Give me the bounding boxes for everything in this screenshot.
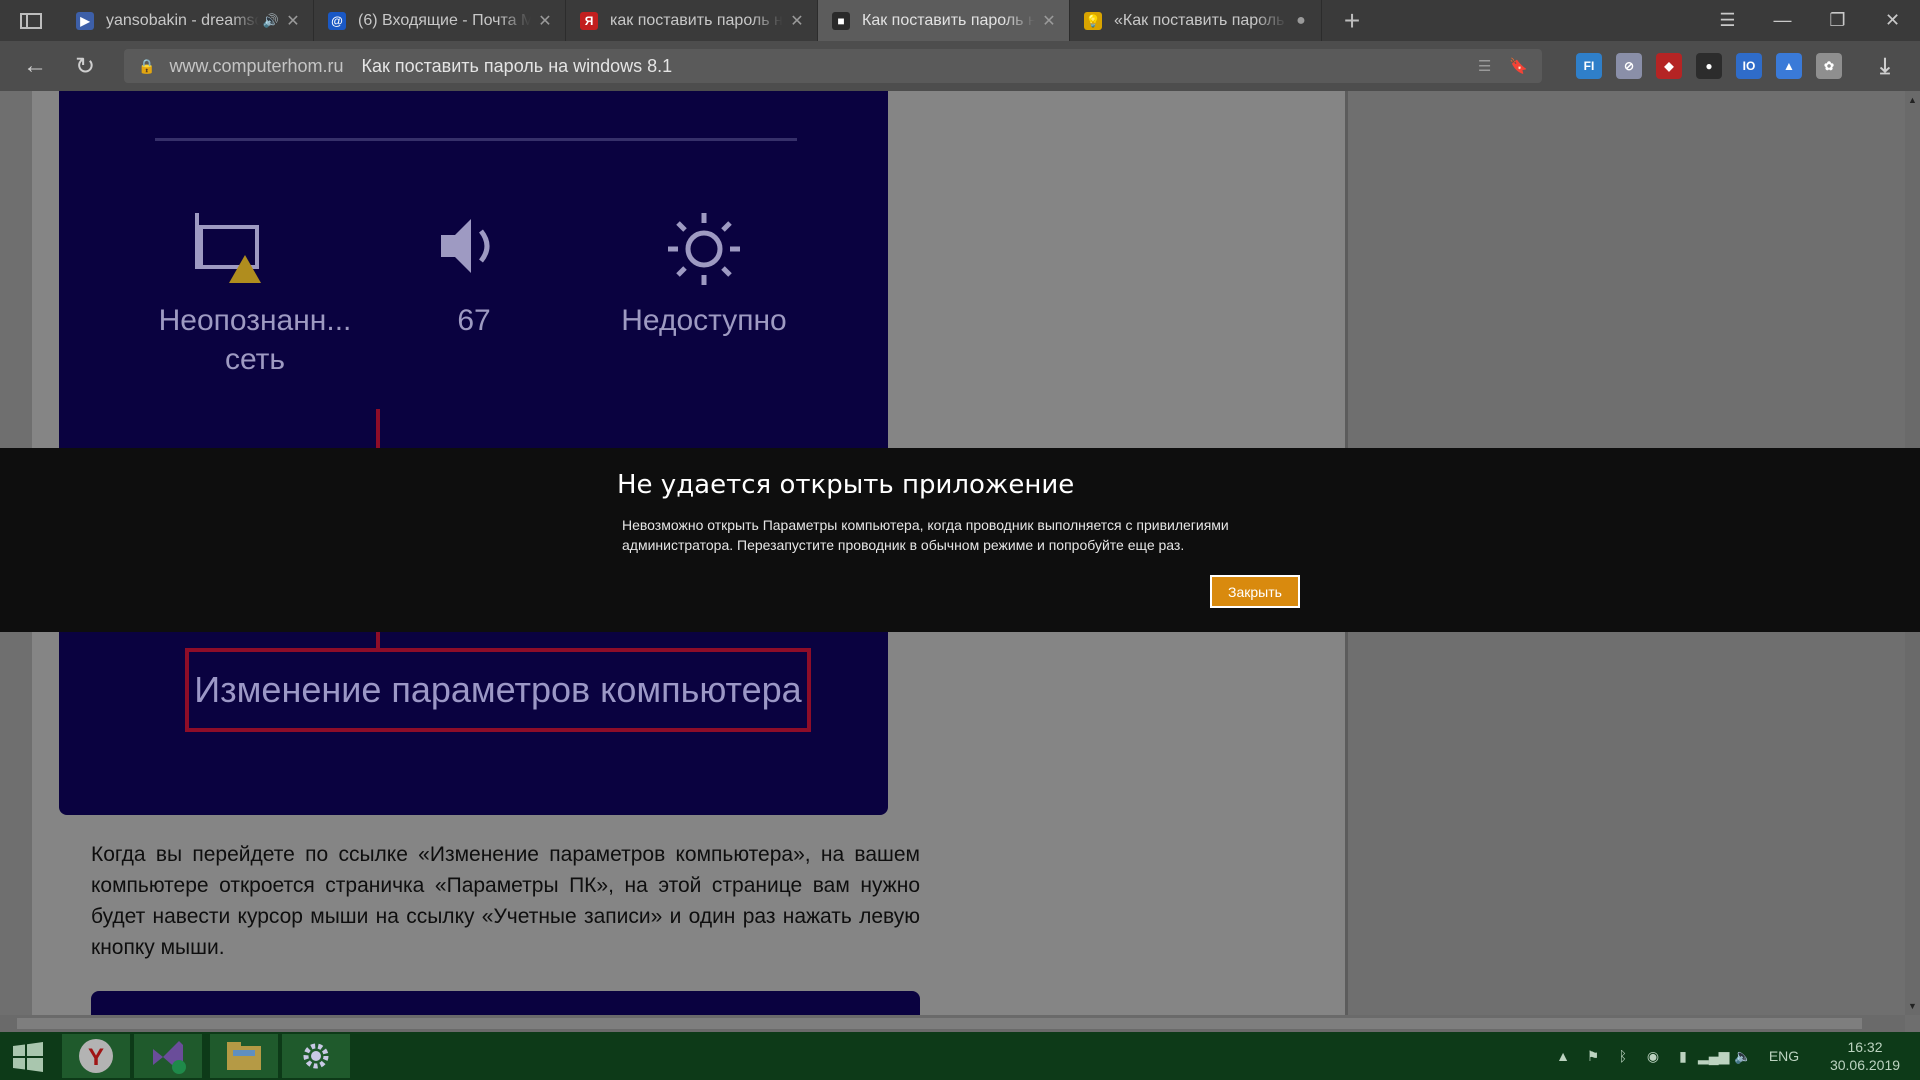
visual-studio-icon[interactable] (134, 1034, 202, 1078)
tab-favicon-icon: @ (328, 11, 346, 30)
network-icon (191, 209, 267, 293)
address-page-title: Как поставить пароль на windows 8.1 (361, 55, 673, 76)
address-domain: www.computerhom.ru (169, 55, 344, 76)
tab-title: «Как поставить пароль на windows (1114, 11, 1287, 29)
error-dialog: Не удается открыть приложение Невозможно… (0, 448, 1920, 632)
browser-tab[interactable]: Якак поставить пароль на windows ✕ (566, 0, 818, 41)
yandex-browser-icon[interactable]: Y (62, 1034, 130, 1078)
red-arrow-top (376, 409, 380, 449)
browser-tab[interactable]: ■ Как поставить пароль на windows 8.1 ✕ (818, 0, 1070, 41)
start-button[interactable] (8, 1040, 48, 1074)
back-arrow-icon: ← (23, 52, 47, 79)
browser-tab[interactable]: 💡 «Как поставить пароль на windows ● (1070, 0, 1322, 41)
tab-favicon-icon: ■ (832, 11, 850, 30)
browser-tab[interactable]: ▶ yansobakin - dreamscene🔊 ✕ (62, 0, 314, 41)
network-sublabel: сеть (224, 343, 286, 376)
tab-audio-icon[interactable]: 🔊 (263, 13, 279, 29)
tabs-container: ▶ yansobakin - dreamscene🔊 ✕ @ (6) Входящие … (62, 0, 1322, 41)
tab-favicon-icon: 💡 (1084, 11, 1102, 30)
tab-title: как поставить пароль на windows (610, 11, 783, 29)
language-indicator[interactable]: ENG (1758, 1048, 1810, 1064)
volume-label: 67 (457, 304, 491, 337)
show-hidden-icons-icon[interactable]: ▲ (1548, 1048, 1578, 1064)
alice-extension-icon[interactable]: ▲ (1776, 53, 1802, 79)
minimize-icon[interactable]: — (1755, 0, 1810, 41)
reader-mode-icon[interactable]: ☰ (1478, 57, 1491, 75)
new-tab-button[interactable]: + (1322, 0, 1382, 41)
dialog-close-button[interactable]: Закрыть (1210, 575, 1300, 608)
network-label: Неопознанн... (158, 304, 352, 337)
tab-close-icon[interactable]: ✕ (537, 11, 553, 31)
io-extension-icon[interactable]: IO (1736, 53, 1762, 79)
navigation-bar: ← ↻ 🔒 www.computerhom.ru Как поставить п… (0, 41, 1920, 91)
brightness-icon (664, 209, 744, 297)
dialog-message: Невозможно открыть Параметры компьютера,… (622, 517, 1229, 553)
settings-icon[interactable] (282, 1034, 350, 1078)
back-button[interactable]: ← (10, 41, 60, 91)
system-tray: ▲ ⚑ ᛒ ◉ ▮ ▂▄▆ 🔈 ENG 16:32 30.06.2019 (1548, 1032, 1920, 1080)
tab-close-icon[interactable]: ✕ (1041, 11, 1057, 31)
action-center-icon[interactable]: ⚑ (1578, 1048, 1608, 1065)
horizontal-scrollbar[interactable] (0, 1015, 1905, 1032)
tab-close-icon[interactable]: ✕ (285, 11, 301, 31)
volume-icon (437, 211, 507, 289)
volume-tray-icon[interactable]: 🔈 (1728, 1048, 1758, 1065)
reload-button[interactable]: ↻ (60, 41, 110, 91)
browser-tab[interactable]: @ (6) Входящие - Почта Mail.ru ✕ (314, 0, 566, 41)
clock-time: 16:32 (1847, 1039, 1883, 1055)
screen: ▶ yansobakin - dreamscene🔊 ✕ @ (6) Входящие … (0, 0, 1920, 1080)
article-paragraph: Когда вы перейдете по ссылке «Изменение … (91, 843, 920, 959)
signal-icon[interactable]: ▂▄▆ (1698, 1048, 1729, 1065)
scroll-up-icon[interactable]: ▲ (1908, 95, 1917, 105)
dialog-title: Не удается открыть приложение (617, 470, 1075, 500)
tab-close-icon[interactable]: ✕ (789, 11, 805, 31)
tab-loading-icon[interactable]: ● (1293, 12, 1309, 30)
horizontal-scroll-thumb[interactable] (17, 1018, 1862, 1029)
compass-extension-icon[interactable]: ⊘ (1616, 53, 1642, 79)
scroll-down-icon[interactable]: ▼ (1908, 1001, 1917, 1011)
browser-tray-icon[interactable]: ◉ (1638, 1048, 1668, 1065)
tab-strip: ▶ yansobakin - dreamscene🔊 ✕ @ (6) Входящие … (0, 0, 1920, 41)
bookmark-icon[interactable]: 🔖 (1509, 57, 1528, 75)
address-bar[interactable]: 🔒 www.computerhom.ru Как поставить парол… (124, 49, 1542, 83)
file-explorer-icon[interactable] (210, 1034, 278, 1078)
fi-extension-icon[interactable]: FI (1576, 53, 1602, 79)
restore-icon[interactable]: ❐ (1810, 0, 1865, 41)
spy-extension-icon[interactable]: ● (1696, 53, 1722, 79)
screenshot-divider (155, 138, 797, 141)
highlighted-settings-link: Изменение параметров компьютера (185, 648, 811, 732)
red-arrow-bottom (376, 631, 380, 649)
tab-title: Как поставить пароль на windows 8.1 (862, 11, 1035, 29)
clock-date: 30.06.2019 (1829, 1057, 1901, 1073)
shield-extension-icon[interactable]: ◆ (1656, 53, 1682, 79)
tab-favicon-icon: ▶ (76, 11, 94, 30)
tab-favicon-icon: Я (580, 11, 598, 30)
clock[interactable]: 16:32 30.06.2019 (1810, 1038, 1920, 1074)
download-icon[interactable]: ⤓ (1868, 49, 1902, 83)
tab-title: yansobakin - dreamscene (106, 11, 259, 29)
next-article-screenshot (91, 991, 920, 1015)
tab-title: (6) Входящие - Почта Mail.ru (358, 11, 531, 29)
menu-icon[interactable]: ☰ (1700, 0, 1755, 41)
reload-icon: ↻ (74, 52, 96, 80)
battery-icon[interactable]: ▮ (1668, 1048, 1698, 1065)
close-icon[interactable]: ✕ (1865, 0, 1920, 41)
sidebar-toggle-button[interactable] (0, 0, 62, 41)
lock-icon: 🔒 (138, 57, 156, 74)
bluetooth-icon[interactable]: ᛒ (1608, 1048, 1638, 1064)
windows-logo-icon (13, 1042, 43, 1072)
window-controls: ☰ — ❐ ✕ (1700, 0, 1920, 41)
paw-extension-icon[interactable]: ✿ (1816, 53, 1842, 79)
sidebar-icon (20, 12, 42, 29)
svg-text:Y: Y (88, 1044, 104, 1071)
taskbar: Y ▲ ⚑ ᛒ ◉ ▮ ▂▄▆ 🔈 ENG 16:32 30.06.2019 (0, 1032, 1920, 1080)
brightness-label: Недоступно (621, 304, 787, 337)
